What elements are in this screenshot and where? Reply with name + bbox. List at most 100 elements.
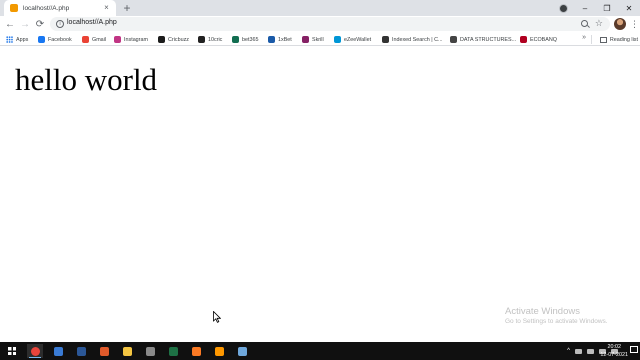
- bookmark-item[interactable]: DATA STRUCTURES...: [450, 34, 516, 45]
- reading-list-button[interactable]: Reading list: [599, 34, 638, 45]
- tab-title: localhost//A.php: [23, 4, 70, 12]
- bookmark-label: eZeeWallet: [344, 36, 372, 43]
- gmail-icon: [82, 36, 89, 43]
- ecobanq-icon: [520, 36, 527, 43]
- taskbar-word-button[interactable]: [73, 344, 89, 358]
- bookmark-label: Instagram: [124, 36, 148, 43]
- bookmark-label: Gmail: [92, 36, 107, 43]
- bookmark-item[interactable]: Gmail: [82, 34, 106, 45]
- minimize-button[interactable]: –: [574, 0, 596, 16]
- close-window-button[interactable]: ✕: [618, 0, 640, 16]
- bookmark-label: 1xBet: [278, 36, 292, 43]
- excel-icon: [168, 346, 178, 356]
- browser-toolbar: ← → ⟳ i localhost//A.php ☆ ⋮: [0, 16, 640, 33]
- notepad-icon: [237, 346, 247, 356]
- mouse-cursor-icon: [213, 311, 221, 323]
- window-controls: – ❐ ✕: [552, 0, 640, 16]
- taskbar-photos-button[interactable]: [50, 344, 66, 358]
- bookmark-item[interactable]: 1xBet: [268, 34, 292, 45]
- media-icon: [99, 346, 109, 356]
- taskbar-files-button[interactable]: [119, 344, 135, 358]
- profile-avatar[interactable]: [614, 18, 626, 30]
- bookmark-label: Indexed Search | C...: [392, 36, 443, 43]
- bookmark-label: ECOBANQ: [530, 36, 557, 43]
- reading-list-label: Reading list: [609, 36, 638, 43]
- forward-button[interactable]: →: [19, 18, 31, 30]
- bookmark-item[interactable]: Facebook: [38, 34, 72, 45]
- bookmarks-bar: » Reading list Apps Facebook Gmail Instagra…: [0, 33, 640, 46]
- battery-icon[interactable]: [575, 348, 582, 354]
- sublime-icon: [214, 346, 224, 356]
- clock-date: 12-07-2021: [600, 352, 628, 358]
- tray-chevron-icon[interactable]: ^: [567, 348, 570, 354]
- browser-menu-icon[interactable]: ⋮: [630, 18, 639, 30]
- bookmark-item[interactable]: Indexed Search | C...: [382, 34, 443, 45]
- activate-windows-subtitle: Go to Settings to activate Windows.: [505, 318, 608, 325]
- back-button[interactable]: ←: [4, 18, 16, 30]
- bookmark-label: Facebook: [48, 36, 72, 43]
- activate-windows-title: Activate Windows: [505, 306, 580, 317]
- taskbar-notepad-button[interactable]: [234, 344, 250, 358]
- xampp-icon: [191, 346, 201, 356]
- address-bar[interactable]: i localhost//A.php ☆: [50, 17, 610, 31]
- profile-icon[interactable]: [552, 0, 574, 16]
- restore-button[interactable]: ❐: [596, 0, 618, 16]
- cloud-icon[interactable]: [587, 348, 594, 354]
- taskbar-chrome-button[interactable]: [27, 344, 43, 358]
- bookmark-label: Cricbuzz: [168, 36, 189, 43]
- ezeewallet-icon: [334, 36, 341, 43]
- bookmark-label: Skrill: [312, 36, 324, 43]
- taskbar-settings-button[interactable]: [142, 344, 158, 358]
- settings-icon: [145, 346, 155, 356]
- tab-close-icon[interactable]: ×: [102, 3, 111, 12]
- site-info-icon[interactable]: i: [56, 20, 64, 28]
- skrill-icon: [302, 36, 309, 43]
- 1xbet-icon: [268, 36, 275, 43]
- taskbar-clock[interactable]: 20:02 12-07-2021: [600, 343, 628, 359]
- apps-grid-icon: [6, 36, 13, 43]
- indexed-search-icon: [382, 36, 389, 43]
- browser-tab[interactable]: localhost//A.php ×: [4, 0, 116, 16]
- bookmark-item[interactable]: Apps: [6, 34, 28, 45]
- reload-button[interactable]: ⟳: [34, 18, 46, 30]
- taskbar: ^ 20:02 12-07-2021: [0, 342, 640, 360]
- taskbar-media-button[interactable]: [96, 344, 112, 358]
- notification-icon[interactable]: [630, 346, 638, 353]
- data-structures-icon: [450, 36, 457, 43]
- bookmark-label: bet365: [242, 36, 259, 43]
- clock-time: 20:02: [607, 344, 621, 350]
- bookmark-item[interactable]: bet365: [232, 34, 259, 45]
- new-tab-button[interactable]: +: [121, 2, 133, 14]
- photos-icon: [53, 346, 63, 356]
- facebook-icon: [38, 36, 45, 43]
- bookmarks-divider: [591, 35, 592, 44]
- instagram-icon: [114, 36, 121, 43]
- bookmark-item[interactable]: Skrill: [302, 34, 324, 45]
- more-bookmarks-icon[interactable]: »: [582, 34, 586, 41]
- bookmark-item[interactable]: 10cric: [198, 34, 222, 45]
- page-heading: hello world: [15, 62, 158, 97]
- bookmark-label: DATA STRUCTURES...: [460, 36, 517, 43]
- bookmark-item[interactable]: ECOBANQ: [520, 34, 557, 45]
- tab-strip: localhost//A.php × + – ❐ ✕: [0, 0, 640, 16]
- page-favicon-icon: [10, 4, 18, 12]
- taskbar-xampp-button[interactable]: [188, 344, 204, 358]
- word-icon: [76, 346, 86, 356]
- bookmark-item[interactable]: Cricbuzz: [158, 34, 189, 45]
- files-icon: [122, 346, 132, 356]
- bookmark-label: Apps: [16, 36, 29, 43]
- bookmark-item[interactable]: Instagram: [114, 34, 148, 45]
- address-url[interactable]: localhost//A.php: [67, 19, 117, 26]
- windows-start-icon[interactable]: [8, 347, 16, 355]
- taskbar-excel-button[interactable]: [165, 344, 181, 358]
- taskbar-sublime-button[interactable]: [211, 344, 227, 358]
- 10cric-icon: [198, 36, 205, 43]
- bookmark-item[interactable]: eZeeWallet: [334, 34, 371, 45]
- bookmark-label: 10cric: [208, 36, 223, 43]
- bookmark-star-icon[interactable]: ☆: [595, 18, 603, 29]
- zoom-icon[interactable]: [581, 20, 588, 27]
- chrome-icon: [30, 346, 40, 356]
- bet365-icon: [232, 36, 239, 43]
- cricbuzz-icon: [158, 36, 165, 43]
- reading-list-icon: [599, 36, 607, 43]
